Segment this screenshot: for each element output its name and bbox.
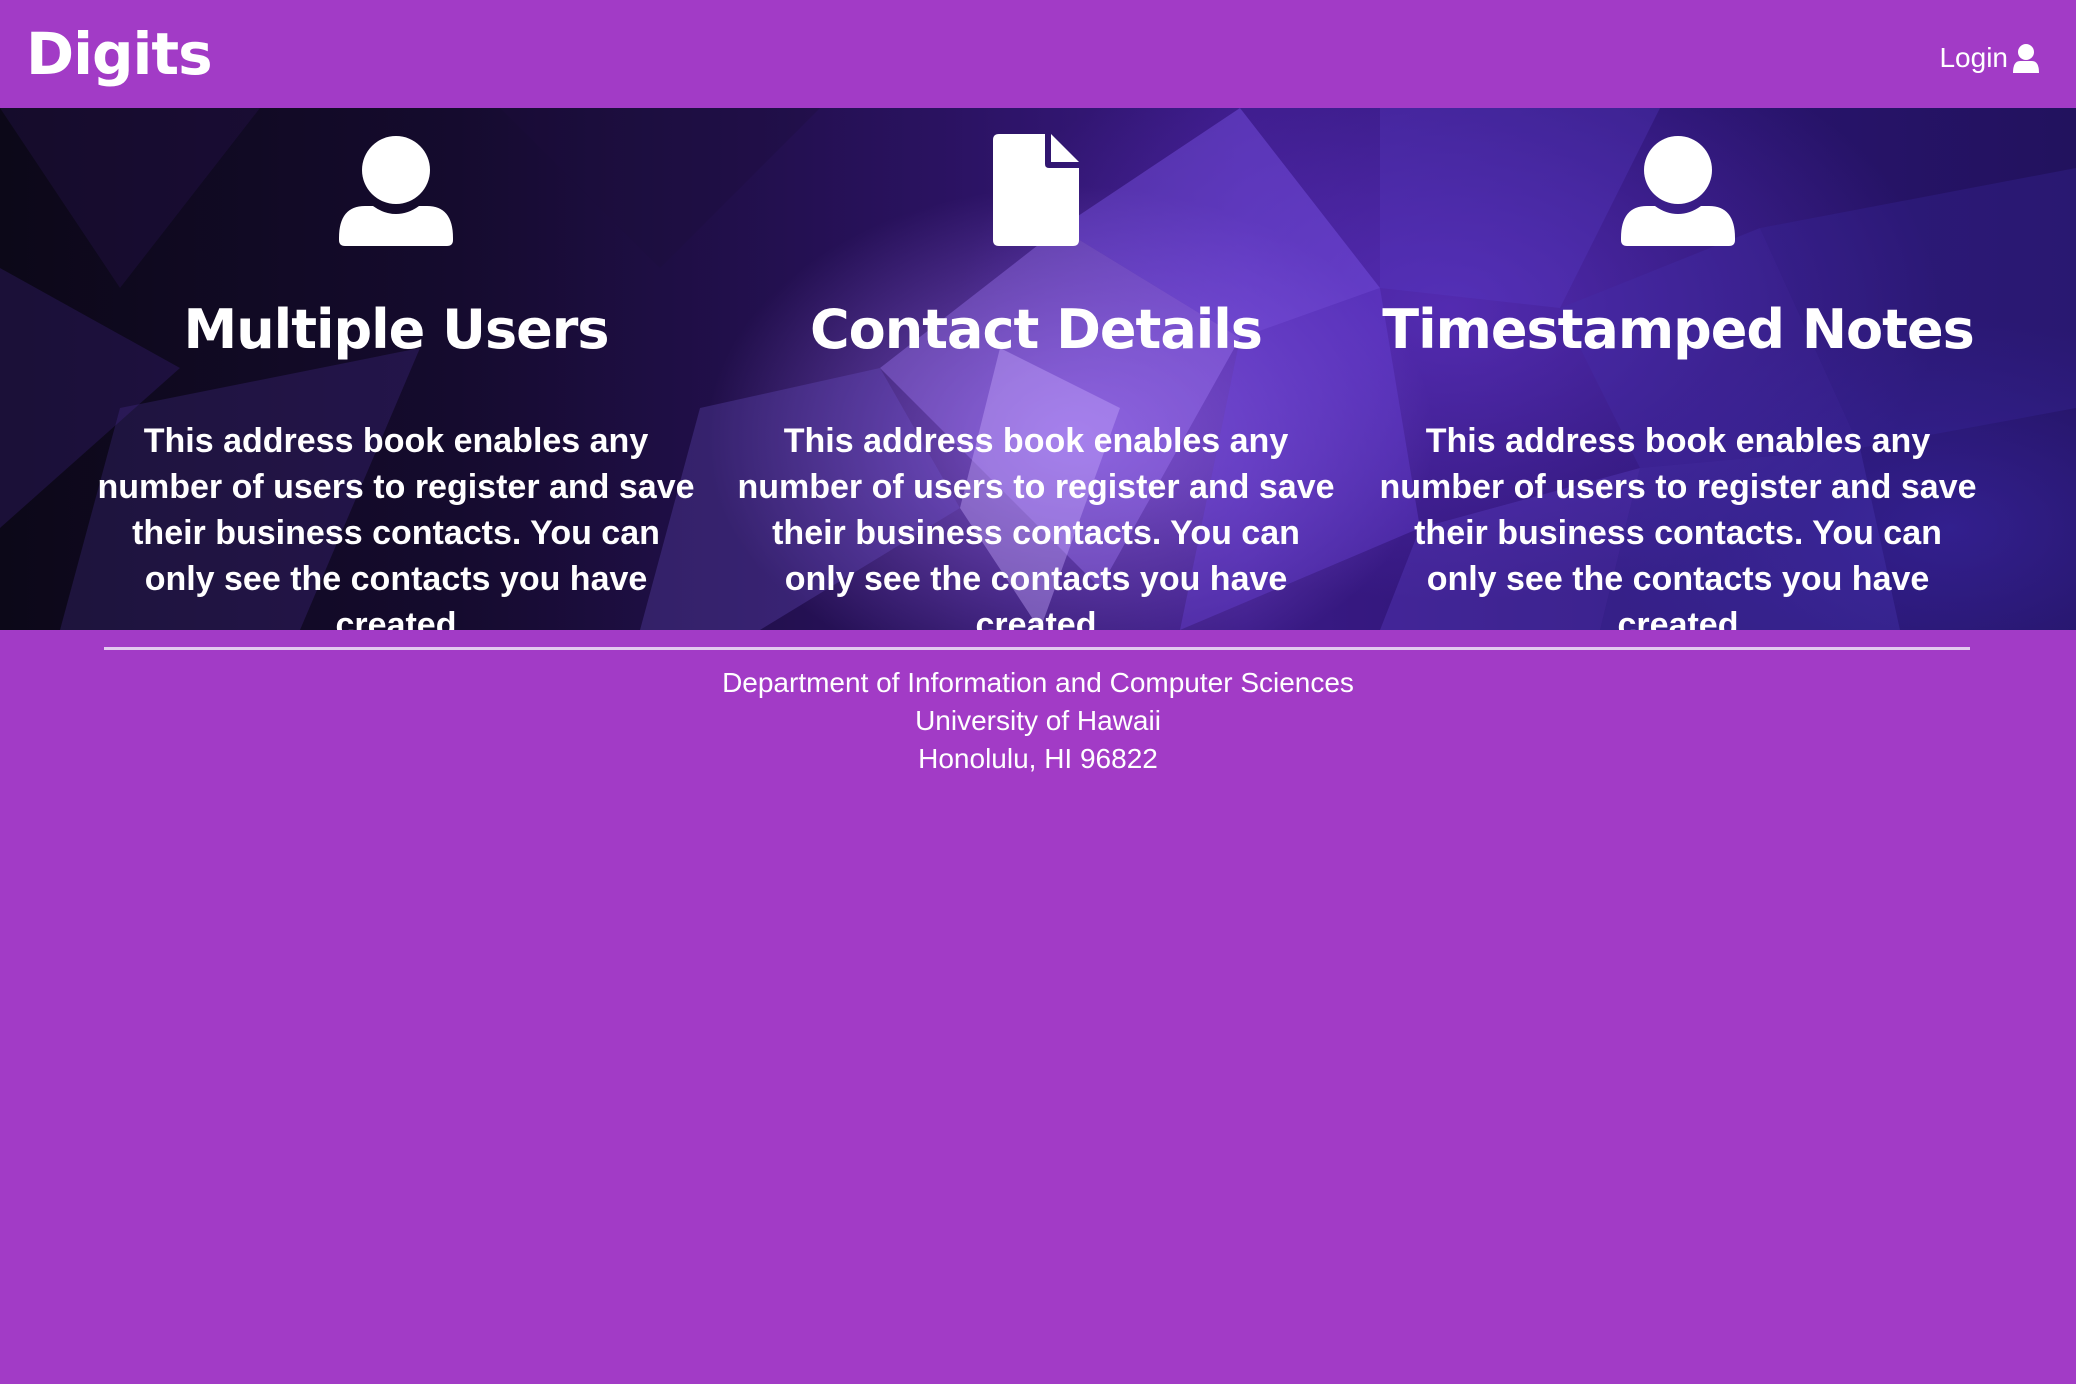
footer-address: Honolulu, HI 96822 (918, 743, 1158, 774)
brand-logo-link[interactable]: Digits (26, 18, 213, 90)
hero-banner: Multiple Users This address book enables… (0, 108, 2076, 630)
feature-description: This address book enables any number of … (97, 422, 695, 630)
footer: Department of Information and Computer S… (0, 664, 2076, 778)
login-label: Login (1939, 42, 2008, 73)
user-icon (339, 136, 453, 246)
feature-title: Multiple Users (183, 298, 610, 361)
user-icon (2013, 44, 2039, 73)
file-icon (993, 134, 1079, 246)
feature-description: This address book enables any number of … (1379, 422, 1977, 630)
feature-title: Contact Details (810, 298, 1263, 361)
login-menu[interactable]: Login (1939, 38, 2040, 78)
top-navbar: Digits Login (0, 0, 2076, 108)
feature-description: This address book enables any number of … (737, 422, 1335, 630)
footer-university: University of Hawaii (915, 705, 1161, 736)
footer-department: Department of Information and Computer S… (722, 667, 1354, 698)
feature-title: Timestamped Notes (1382, 298, 1975, 361)
user-icon (1621, 136, 1735, 246)
footer-divider (104, 647, 1970, 650)
